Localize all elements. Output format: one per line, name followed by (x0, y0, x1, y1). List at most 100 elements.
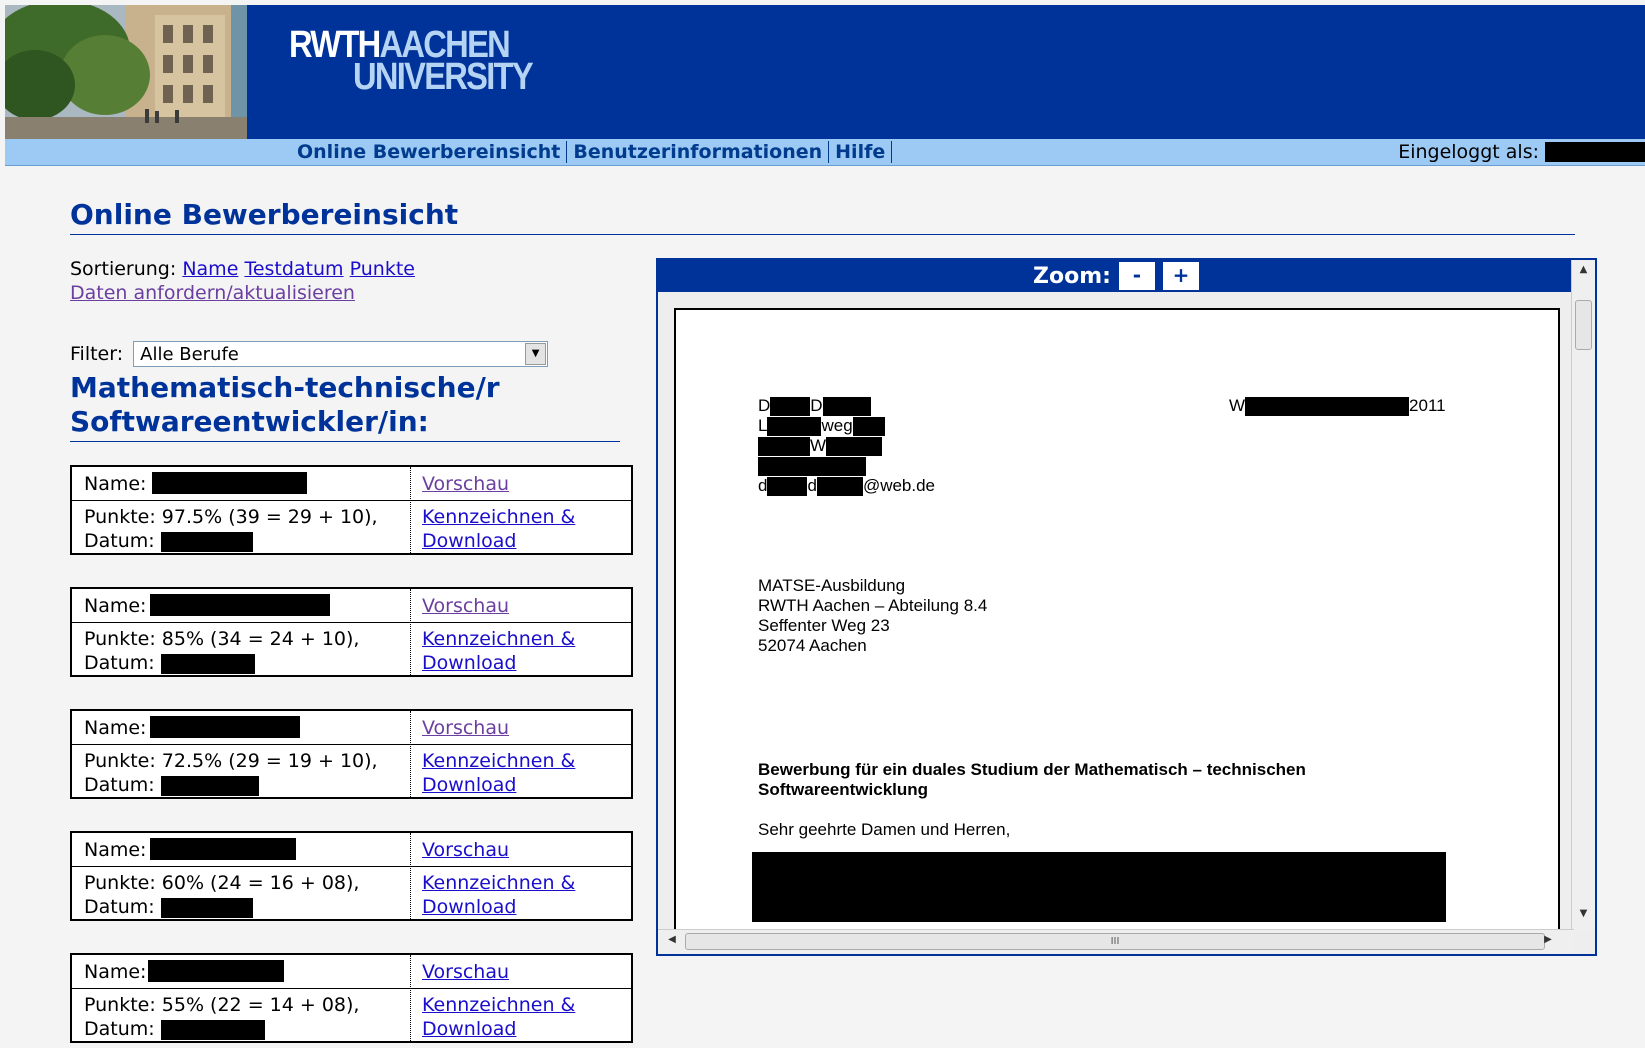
redacted-text (767, 417, 822, 437)
sender-line-3: W (758, 436, 883, 457)
sender-line-4 (758, 456, 866, 477)
preview-link[interactable]: Vorschau (422, 961, 509, 983)
download-link[interactable]: Download (422, 774, 516, 796)
filter-select[interactable]: Alle Berufe ▼ (133, 341, 549, 367)
points-text: Punkte: 85% (34 = 24 + 10), (84, 628, 360, 650)
redacted-text (770, 397, 811, 417)
redacted-name (152, 472, 307, 494)
vertical-scroll-thumb[interactable] (1575, 300, 1592, 350)
redacted-text (758, 457, 866, 477)
page-title: Online Bewerbereinsicht (70, 198, 1575, 235)
sender-text: weg (821, 416, 853, 435)
nav-links: Online Bewerbereinsicht Benutzerinformat… (291, 139, 893, 165)
mark-link[interactable]: Kennzeichnen & (422, 506, 575, 528)
redacted-text (1245, 397, 1410, 417)
redacted-name (150, 594, 330, 616)
download-links: Kennzeichnen & Download (422, 627, 575, 675)
points-info: Punkte: 97.5% (39 = 29 + 10), Datum: (84, 505, 378, 553)
mark-link[interactable]: Kennzeichnen & (422, 628, 575, 650)
subject-line: Softwareentwicklung (758, 780, 929, 799)
scroll-left-arrow-icon[interactable]: ◀ (664, 934, 680, 945)
redacted-username (1545, 142, 1645, 162)
logo-university: UNIVERSITY (353, 56, 534, 98)
points-text: Punkte: 55% (22 = 14 + 08), (84, 994, 360, 1016)
applicant-card: Name: Vorschau Punkte: 85% (34 = 24 + 10… (70, 587, 633, 677)
login-label: Eingeloggt als: (1398, 141, 1539, 163)
date-label: Datum: (84, 774, 155, 796)
redacted-date (160, 1019, 265, 1040)
redacted-text (822, 397, 871, 417)
redacted-date (160, 775, 259, 796)
sender-text: D (758, 396, 771, 415)
zoom-out-button[interactable]: - (1118, 262, 1155, 290)
points-text: Punkte: 97.5% (39 = 29 + 10), (84, 506, 378, 528)
applicant-card: Name: Vorschau Punkte: 55% (22 = 14 + 08… (70, 953, 633, 1043)
nav-hilfe[interactable]: Hilfe (829, 141, 893, 163)
refresh-data-link[interactable]: Daten anfordern/aktualisieren (70, 282, 355, 304)
scroll-right-arrow-icon[interactable]: ▶ (1540, 934, 1556, 945)
download-link[interactable]: Download (422, 1018, 516, 1040)
preview-link[interactable]: Vorschau (422, 595, 509, 617)
sort-by-name-link[interactable]: Name (182, 258, 238, 280)
applicant-card: Name: Vorschau Punkte: 60% (24 = 16 + 08… (70, 831, 633, 921)
name-label: Name: (84, 717, 147, 739)
mark-link[interactable]: Kennzeichnen & (422, 750, 575, 772)
mark-link[interactable]: Kennzeichnen & (422, 872, 575, 894)
sender-line-2: Lweg (758, 416, 885, 437)
download-link[interactable]: Download (422, 652, 516, 674)
points-info: Punkte: 60% (24 = 16 + 08), Datum: (84, 871, 359, 919)
place-date: W 2011 (1229, 396, 1446, 417)
document-preview-frame[interactable]: Zoom: - + DD Lweg W d d @web.de W 2011 MATS… (656, 258, 1597, 956)
name-label: Name: (84, 961, 147, 983)
recipient-line: MATSE-Ausbildung (758, 576, 906, 595)
mark-link[interactable]: Kennzeichnen & (422, 994, 575, 1016)
redacted-date (160, 531, 253, 552)
zoom-in-button[interactable]: + (1162, 262, 1199, 290)
preview-link[interactable]: Vorschau (422, 717, 509, 739)
redacted-date (160, 653, 255, 674)
preview-link[interactable]: Vorschau (422, 473, 509, 495)
download-link[interactable]: Download (422, 530, 516, 552)
building-photo (5, 5, 247, 139)
download-links: Kennzeichnen & Download (422, 505, 575, 553)
filter-row: Filter: Alle Berufe ▼ (70, 341, 549, 367)
sort-by-testdatum-link[interactable]: Testdatum (244, 258, 343, 280)
subject-line: Bewerbung für ein duales Studium der Mat… (758, 760, 1306, 779)
horizontal-scroll-thumb[interactable]: III (685, 933, 1545, 950)
horizontal-scrollbar[interactable]: ◀ III ▶ (658, 929, 1574, 954)
sender-text: W (810, 436, 827, 455)
navigation-bar: Online Bewerbereinsicht Benutzerinformat… (5, 139, 1645, 166)
chevron-down-icon[interactable]: ▼ (525, 343, 547, 365)
redacted-text (826, 437, 883, 457)
points-info: Punkte: 55% (22 = 14 + 08), Datum: (84, 993, 359, 1041)
preview-link[interactable]: Vorschau (422, 839, 509, 861)
header-banner (5, 5, 1645, 139)
download-link[interactable]: Download (422, 896, 516, 918)
letter-page: DD Lweg W d d @web.de W 2011 MATSE-Ausbildu… (674, 308, 1560, 932)
filter-selected-value: Alle Berufe (140, 344, 239, 365)
zoom-bar: Zoom: - + (658, 260, 1574, 292)
applicant-card: Name: Vorschau Punkte: 72.5% (29 = 19 + … (70, 709, 633, 799)
scroll-down-arrow-icon[interactable]: ▼ (1572, 908, 1595, 926)
place-text: W (1229, 396, 1246, 415)
points-text: Punkte: 72.5% (29 = 19 + 10), (84, 750, 378, 772)
scroll-up-arrow-icon[interactable]: ▲ (1572, 264, 1595, 282)
sort-by-punkte-link[interactable]: Punkte (350, 258, 415, 280)
vertical-scrollbar[interactable]: ▲ ▼ (1571, 260, 1595, 930)
email-text: d (807, 476, 817, 495)
recipient-line: Seffenter Weg 23 (758, 616, 890, 635)
date-label: Datum: (84, 530, 155, 552)
filter-label: Filter: (70, 343, 124, 365)
nav-online-bewerbereinsicht[interactable]: Online Bewerbereinsicht (291, 141, 568, 163)
sender-text: D (810, 396, 823, 415)
date-label: Datum: (84, 652, 155, 674)
redacted-name (148, 960, 284, 982)
name-label: Name: (84, 595, 147, 617)
rwth-logo: RWTHAACHEN UNIVERSITY (289, 26, 561, 96)
recipient-line: 52074 Aachen (758, 636, 867, 655)
nav-benutzerinformationen[interactable]: Benutzerinformationen (567, 141, 830, 163)
redacted-name (150, 716, 300, 738)
download-links: Kennzeichnen & Download (422, 993, 575, 1041)
redacted-text (816, 477, 863, 497)
salutation: Sehr geehrte Damen und Herren, (758, 820, 1011, 839)
